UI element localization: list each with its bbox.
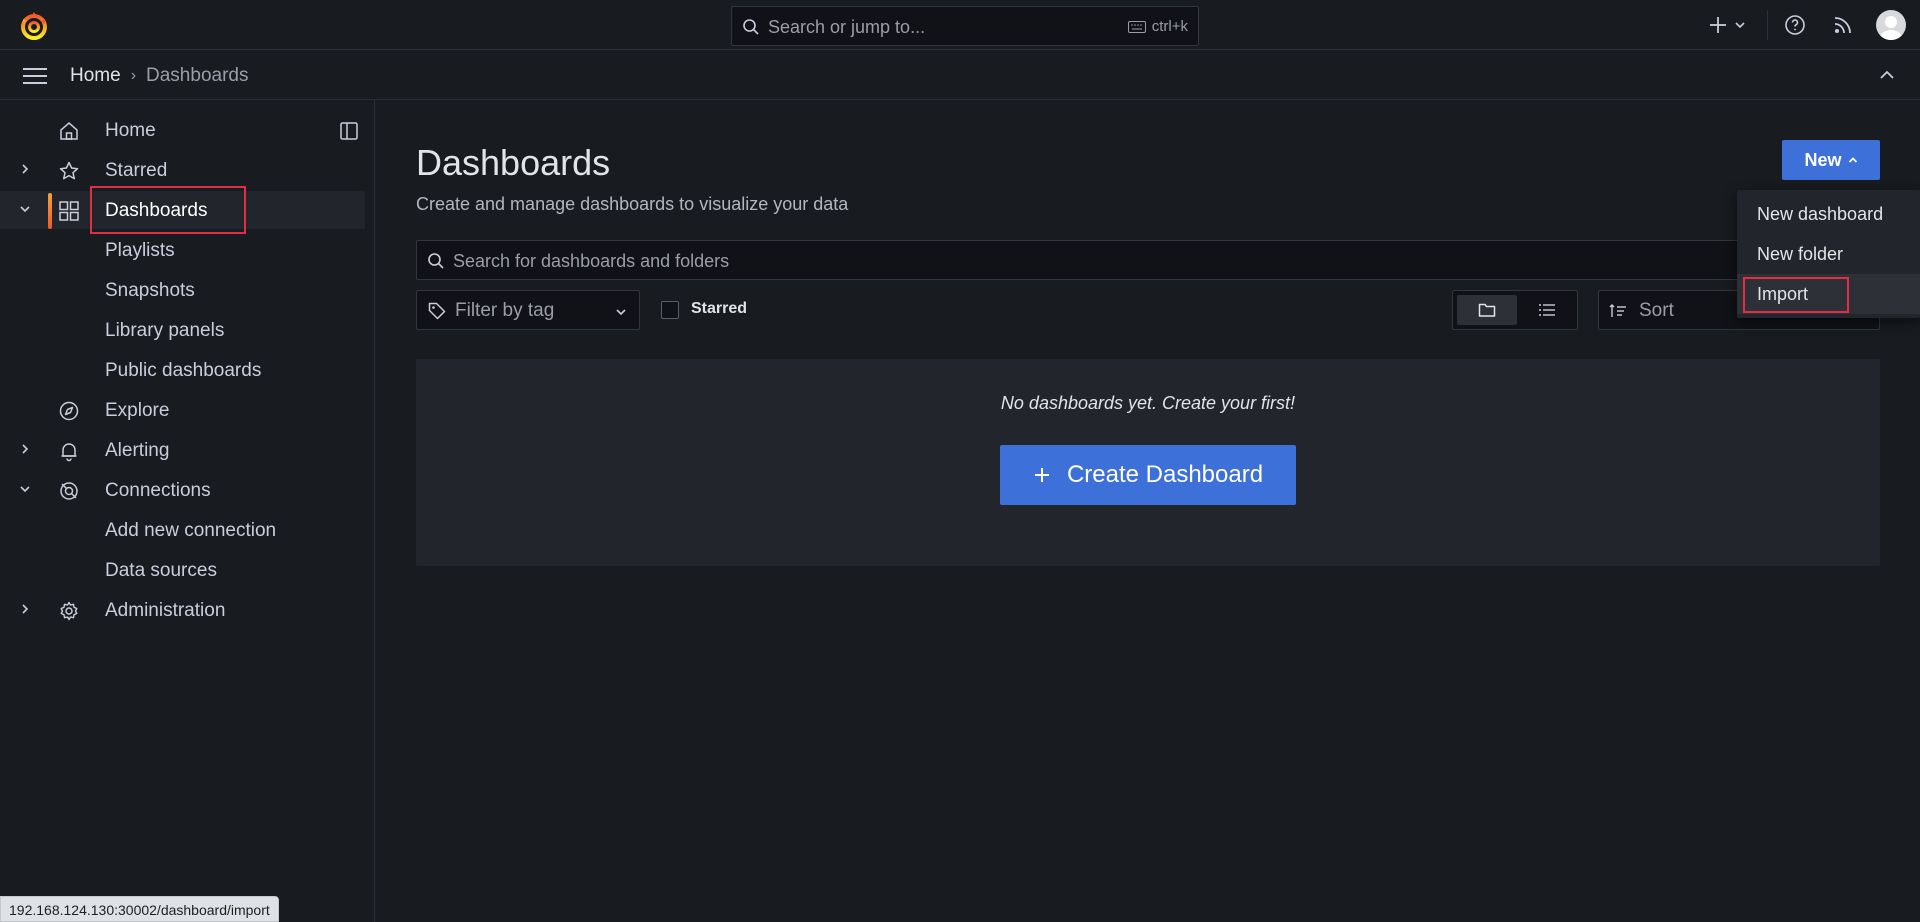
sort-icon xyxy=(1609,304,1626,317)
sidebar-item-snapshots[interactable]: Snapshots xyxy=(0,271,365,309)
shortcut-hint: ctrl+k xyxy=(1127,18,1188,35)
menu-item-label: New folder xyxy=(1757,244,1844,264)
user-icon xyxy=(1880,16,1902,40)
chevron-right-icon[interactable] xyxy=(18,602,32,616)
help-icon[interactable] xyxy=(1784,14,1806,36)
view-toggle xyxy=(1452,290,1578,330)
connections-icon xyxy=(60,482,78,500)
chevron-right-icon[interactable] xyxy=(18,162,32,176)
breadcrumb-home[interactable]: Home xyxy=(70,65,121,87)
chevron-down-icon xyxy=(616,309,626,316)
search-icon xyxy=(743,19,759,35)
create-dashboard-button[interactable]: Create Dashboard xyxy=(1000,445,1296,505)
chevron-right-icon[interactable] xyxy=(18,442,32,456)
chevron-up-icon[interactable] xyxy=(1878,66,1896,84)
sidebar-item-public-dashboards[interactable]: Public dashboards xyxy=(0,351,365,389)
new-button-label: New xyxy=(1804,149,1842,170)
highlight-box-dashboards xyxy=(90,186,246,234)
top-bar: Search or jump to... ctrl+k xyxy=(0,0,1920,50)
chevron-down-icon[interactable] xyxy=(18,202,32,216)
sidebar-item-label: Public dashboards xyxy=(105,360,262,381)
sidebar-item-starred[interactable]: Starred xyxy=(0,151,365,189)
menu-item-new-folder[interactable]: New folder xyxy=(1737,234,1920,274)
user-avatar[interactable] xyxy=(1876,10,1906,40)
list-view-button[interactable] xyxy=(1517,295,1577,325)
list-icon xyxy=(1539,304,1555,316)
news-feed-icon[interactable] xyxy=(1833,15,1853,35)
dashboard-search-input[interactable]: Search for dashboards and folders xyxy=(416,240,1880,280)
star-icon xyxy=(59,161,79,180)
sidebar-item-label: Playlists xyxy=(105,240,175,261)
status-bar-url: 192.168.124.130:30002/dashboard/import xyxy=(0,896,279,922)
sidebar-item-add-new-connection[interactable]: Add new connection xyxy=(0,511,365,549)
starred-checkbox[interactable] xyxy=(661,301,679,319)
highlight-box-import xyxy=(1743,277,1849,313)
sidebar-item-connections[interactable]: Connections xyxy=(0,471,365,509)
sidebar-item-label: Snapshots xyxy=(105,280,195,301)
shortcut-text: ctrl+k xyxy=(1151,18,1188,35)
gear-icon xyxy=(60,601,78,621)
page-subtitle: Create and manage dashboards to visualiz… xyxy=(416,194,849,214)
create-dashboard-label: Create Dashboard xyxy=(1066,461,1264,488)
compass-icon xyxy=(59,401,79,421)
page-title: Dashboards xyxy=(416,142,611,183)
sidebar-nav: Home Starred Dashboards Playlists Snapsh… xyxy=(0,100,375,922)
sidebar-item-label: Home xyxy=(105,120,156,141)
empty-state-panel: No dashboards yet. Create your first! Cr… xyxy=(416,359,1880,566)
sidebar-item-label: Starred xyxy=(105,160,168,181)
search-icon xyxy=(428,253,444,269)
sidebar-item-alerting[interactable]: Alerting xyxy=(0,431,365,469)
sidebar-item-home[interactable]: Home xyxy=(0,111,365,149)
sidebar-item-label: Data sources xyxy=(105,560,217,581)
topbar-divider xyxy=(1767,10,1768,40)
sidebar-item-label: Connections xyxy=(105,480,211,501)
tag-filter-placeholder: Filter by tag xyxy=(455,300,555,321)
sidebar-item-label: Explore xyxy=(105,400,170,421)
main-content: Dashboards Create and manage dashboards … xyxy=(376,100,1920,922)
menu-toggle-icon[interactable] xyxy=(22,66,48,86)
sidebar-item-label: Administration xyxy=(105,600,226,621)
starred-checkbox-label[interactable]: Starred xyxy=(691,300,747,318)
sidebar-item-data-sources[interactable]: Data sources xyxy=(0,551,365,589)
bell-icon xyxy=(61,443,77,462)
sidebar-item-explore[interactable]: Explore xyxy=(0,391,365,429)
home-icon xyxy=(60,122,78,140)
sidebar-item-administration[interactable]: Administration xyxy=(0,591,365,629)
add-menu-button[interactable] xyxy=(1708,12,1750,38)
sidebar-item-label: Library panels xyxy=(105,320,225,341)
folder-view-button[interactable] xyxy=(1457,295,1517,325)
breadcrumb-separator: › xyxy=(130,67,137,84)
dashboards-grid-icon xyxy=(59,201,79,221)
empty-state-text: No dashboards yet. Create your first! xyxy=(1000,393,1296,413)
chevron-down-icon[interactable] xyxy=(18,482,32,496)
menu-item-new-dashboard[interactable]: New dashboard xyxy=(1737,194,1920,234)
sidebar-item-library-panels[interactable]: Library panels xyxy=(0,311,365,349)
sidebar-item-playlists[interactable]: Playlists xyxy=(0,231,365,269)
top-search-placeholder: Search or jump to... xyxy=(768,17,926,37)
folder-icon xyxy=(1478,303,1496,317)
sidebar-item-label: Add new connection xyxy=(105,520,277,541)
keyboard-icon xyxy=(1127,20,1146,33)
breadcrumb: Home › Dashboards xyxy=(70,65,248,87)
new-button[interactable]: New xyxy=(1782,140,1880,180)
plus-icon xyxy=(1034,468,1049,482)
active-indicator xyxy=(48,193,52,229)
dashboard-search-placeholder: Search for dashboards and folders xyxy=(453,251,730,271)
breadcrumb-bar: Home › Dashboards xyxy=(0,50,1920,100)
chevron-up-icon xyxy=(1848,157,1857,163)
top-search-input[interactable]: Search or jump to... ctrl+k xyxy=(731,6,1199,46)
tag-filter-select[interactable]: Filter by tag xyxy=(416,290,640,330)
tag-icon xyxy=(428,302,446,320)
sidebar-item-label: Alerting xyxy=(105,440,170,461)
sort-placeholder: Sort xyxy=(1639,300,1674,321)
menu-item-label: New dashboard xyxy=(1757,204,1884,224)
breadcrumb-current: Dashboards xyxy=(146,65,249,86)
grafana-logo-icon[interactable] xyxy=(18,10,50,42)
